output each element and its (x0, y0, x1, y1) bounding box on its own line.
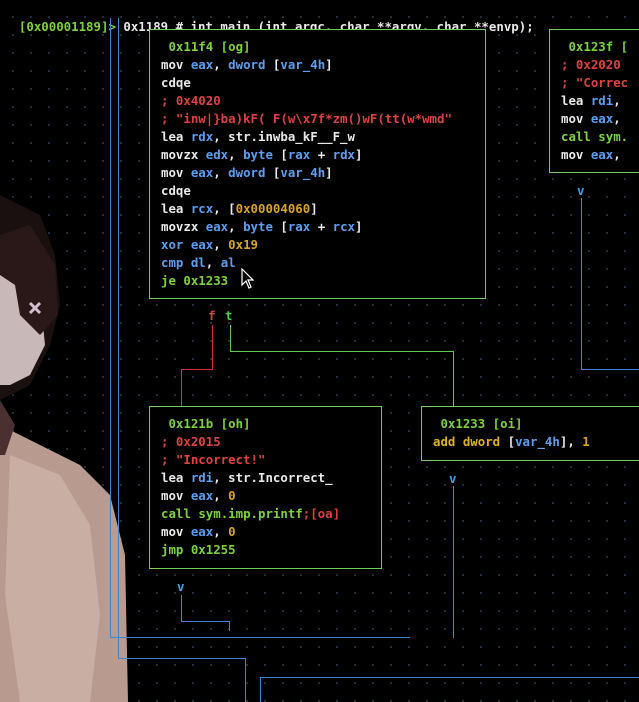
down-arrow-label: v (577, 183, 585, 198)
asm-line: xor eax, 0x19 (161, 237, 258, 252)
edge-wire (260, 677, 261, 702)
false-edge (181, 369, 182, 407)
asm-comment: ; "inw|}ba)kF( F(w\x7f*zm()wF(tt(w*wmd" (161, 111, 452, 126)
edge-wire (118, 18, 119, 658)
true-edge (453, 351, 454, 407)
edge-wire (453, 486, 454, 638)
false-label: f (208, 308, 216, 323)
asm-line: mov eax, 0 (161, 524, 236, 539)
asm-line: movzx eax, byte [rax + rcx] (161, 219, 363, 234)
edge-wire (581, 198, 582, 370)
asm-line: mov eax, dword [var_4h] (161, 57, 333, 72)
function-header: [0x00001189]> 0x1189 # int main (int arg… (4, 3, 534, 34)
asm-line: cmp dl, al (161, 255, 236, 270)
asm-line: mov eax, (561, 147, 621, 162)
true-label: t (225, 308, 233, 323)
false-edge (212, 325, 213, 370)
edge-wire (110, 18, 111, 638)
down-arrow-label: v (449, 471, 457, 486)
asm-line: lea rcx, [0x00004060] (161, 201, 318, 216)
graph-node-og[interactable]: 0x11f4 [og] mov eax, dword [var_4h] cdqe… (149, 29, 486, 299)
edge-wire (110, 637, 410, 638)
graph-node-oi[interactable]: 0x1233 [oi] add dword [var_4h], 1 (421, 406, 639, 461)
graph-node-123f[interactable]: 0x123f [ ; 0x2020 ; "Correc lea rdi, mov… (549, 29, 639, 173)
asm-comment: ; "Incorrect!" (161, 452, 266, 467)
asm-line: cdqe (161, 75, 191, 90)
asm-jump: jmp 0x1255 (161, 542, 236, 557)
node-header: 0x121b [oh] (161, 416, 251, 431)
node-header: 0x11f4 [og] (161, 39, 251, 54)
mouse-cursor-icon (241, 268, 255, 289)
asm-comment: ; "Correc (561, 75, 629, 90)
node-header: 0x123f [ (561, 39, 629, 54)
asm-line: lea rdi, (561, 93, 621, 108)
node-header: 0x1233 [oi] (433, 416, 523, 431)
true-edge (230, 351, 454, 352)
down-arrow-label: v (177, 579, 185, 594)
false-edge (181, 369, 213, 370)
edge-wire (181, 621, 230, 622)
true-edge (230, 325, 231, 352)
asm-line: cdqe (161, 183, 191, 198)
function-address: [0x00001189]> (18, 19, 116, 34)
asm-comment: ; 0x2020 (561, 57, 621, 72)
edge-wire (181, 595, 182, 622)
edge-wire (118, 658, 246, 659)
asm-call: call sym.imp.printf;[oa] (161, 506, 341, 521)
asm-line: movzx edx, byte [rax + rdx] (161, 147, 363, 162)
asm-line: mov eax, 0 (161, 488, 236, 503)
edge-wire (581, 369, 639, 370)
graph-node-oh[interactable]: 0x121b [oh] ; 0x2015 ; "Incorrect!" lea … (149, 406, 382, 569)
asm-line: mov eax, dword [var_4h] (161, 165, 333, 180)
asm-comment: ; 0x4020 (161, 93, 221, 108)
asm-jump: je 0x1233 (161, 273, 229, 288)
asm-line: mov eax, (561, 111, 621, 126)
asm-call: call sym. (561, 129, 629, 144)
asm-line: lea rdx, str.inwba_kF__F_w (161, 129, 355, 144)
edge-wire (229, 621, 230, 631)
edge-wire (260, 677, 639, 678)
asm-line: lea rdi, str.Incorrect_ (161, 470, 333, 485)
asm-comment: ; 0x2015 (161, 434, 221, 449)
edge-wire (245, 658, 246, 702)
asm-line: add dword [var_4h], 1 (433, 434, 590, 449)
